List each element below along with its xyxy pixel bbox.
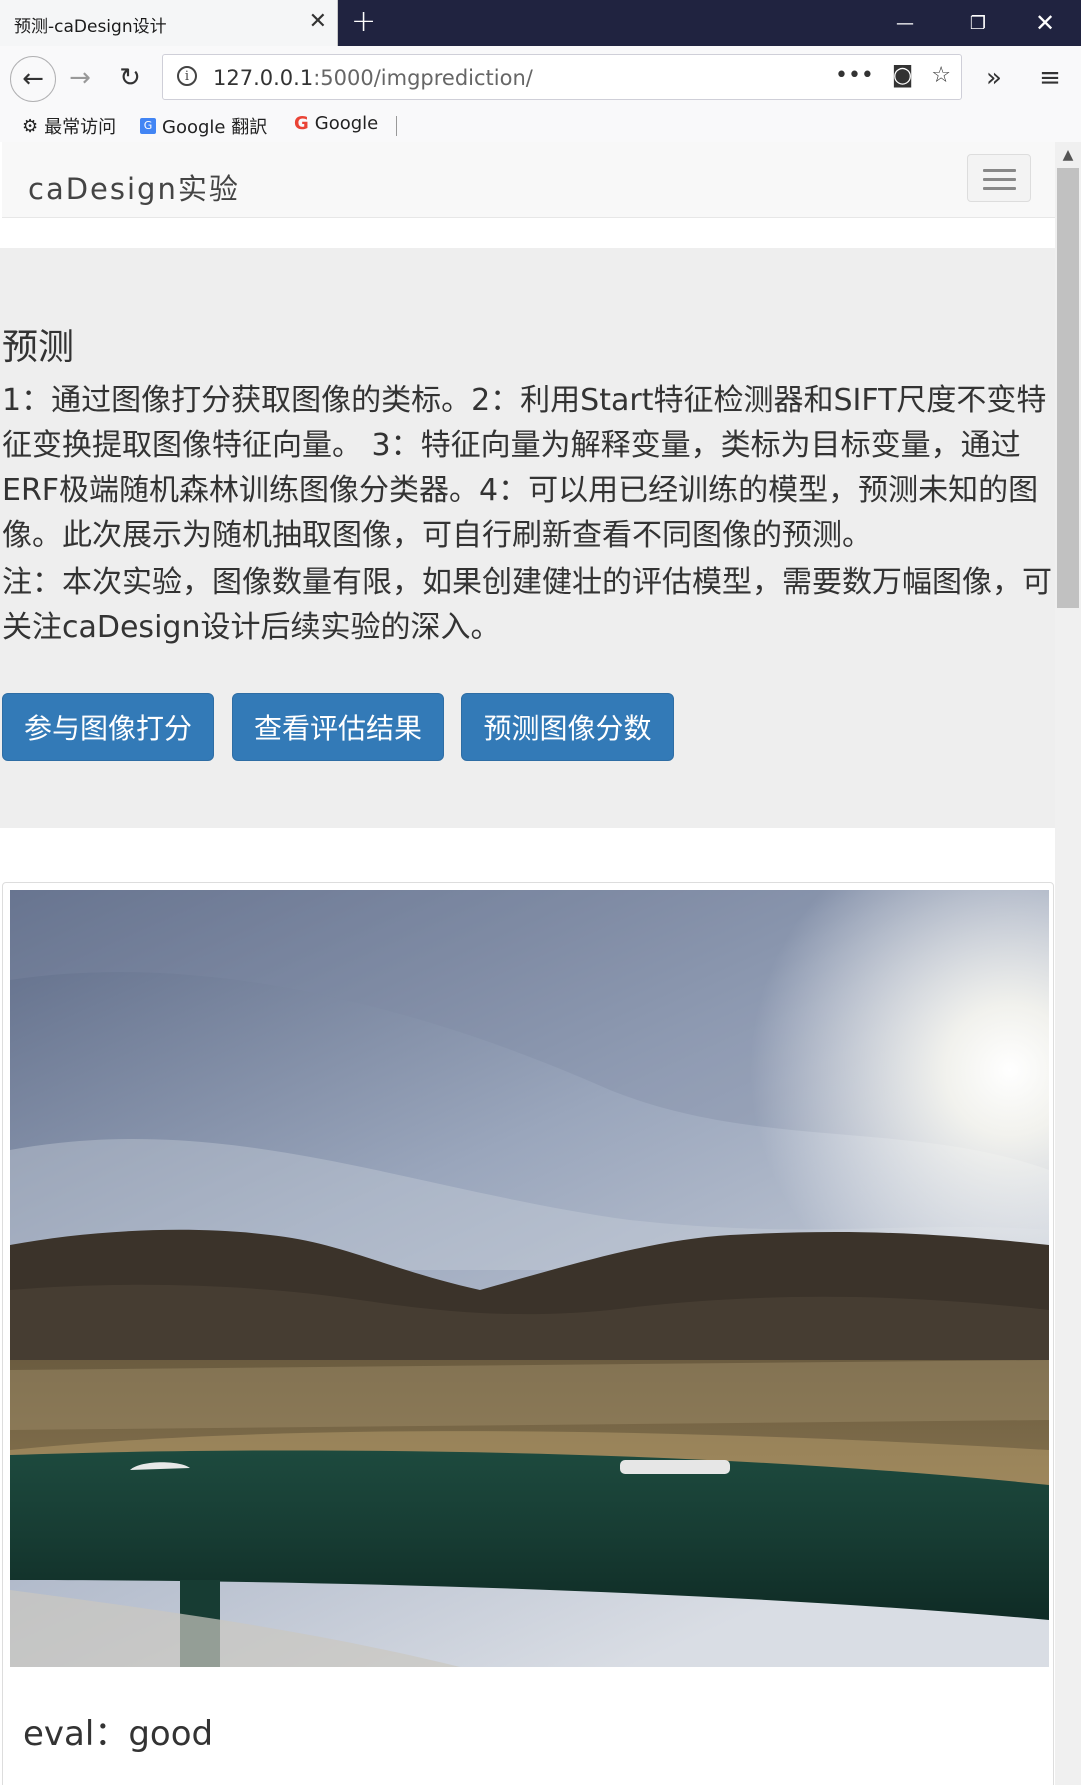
scroll-up-arrow-icon[interactable]: ▲ [1055,142,1081,168]
reload-icon[interactable]: ↻ [108,56,152,100]
navbar-toggle-button[interactable] [967,154,1031,202]
close-tab-icon[interactable]: ✕ [309,9,327,34]
view-results-button[interactable]: 查看评估结果 [232,693,444,761]
site-brand[interactable]: caDesign实验 [28,166,240,208]
bookmark-most-visited[interactable]: ⚙ 最常访问 [22,113,116,139]
url-bar[interactable]: i 127.0.0.1:5000/imgprediction/ ••• ◙ ☆ [162,54,962,100]
browser-title-bar: 预测-caDesign设计 ✕ + — ❐ ✕ [0,0,1081,46]
gear-icon: ⚙ [22,115,39,137]
rate-images-button[interactable]: 参与图像打分 [2,693,214,761]
bookmarks-toolbar: ⚙ 最常访问 G Google 翻訳 G Google [0,110,1081,143]
browser-nav-bar: ← → ↻ i 127.0.0.1:5000/imgprediction/ ••… [0,46,1081,110]
eval-result: eval：good [23,1706,213,1755]
restore-icon[interactable]: ❐ [948,0,1008,46]
forward-icon[interactable]: → [58,56,102,100]
predict-score-button[interactable]: 预测图像分数 [461,693,674,761]
bookmark-star-icon[interactable]: ☆ [931,63,951,88]
page-content: caDesign实验 预测 1：通过图像打分获取图像的类标。2：利用Start特… [0,142,1055,1785]
pocket-icon[interactable]: ◙ [892,63,913,88]
url-text[interactable]: 127.0.0.1:5000/imgprediction/ [213,66,533,90]
bookmark-google-translate[interactable]: G Google 翻訳 [140,113,267,139]
eval-value: good [128,1714,214,1754]
note-text: 注：本次实验，图像数量有限，如果创建健壮的评估模型，需要数万幅图像，可关注caD… [2,565,1052,645]
page-scrollbar[interactable]: ▲ [1055,142,1081,1785]
description-text: 1：通过图像打分获取图像的类标。2：利用Start特征检测器和SIFT尺度不变特… [2,383,1047,553]
close-window-icon[interactable]: ✕ [1015,0,1075,46]
google-g-icon: G [294,113,309,134]
prediction-card: eval：good [2,882,1054,1785]
eval-label: eval： [23,1714,129,1754]
new-tab-icon[interactable]: + [351,4,376,39]
site-navbar: caDesign实验 [2,142,1055,218]
site-info-icon[interactable]: i [177,66,197,86]
bookmark-divider [396,116,397,136]
bookmark-google[interactable]: G Google [294,113,378,134]
page-actions-icon[interactable]: ••• [835,63,874,88]
tab-title: 预测-caDesign设计 [14,17,167,37]
browser-tab[interactable]: 预测-caDesign设计 ✕ [0,0,338,46]
landscape-photo [10,890,1049,1667]
minimize-icon[interactable]: — [875,0,935,46]
overflow-chevron-icon[interactable]: » [972,56,1016,100]
hamburger-menu-icon[interactable]: ≡ [1028,56,1072,100]
scroll-thumb[interactable] [1057,168,1079,608]
page-heading: 预测 [2,327,75,368]
back-icon[interactable]: ← [10,56,56,102]
google-translate-icon: G [140,118,156,134]
